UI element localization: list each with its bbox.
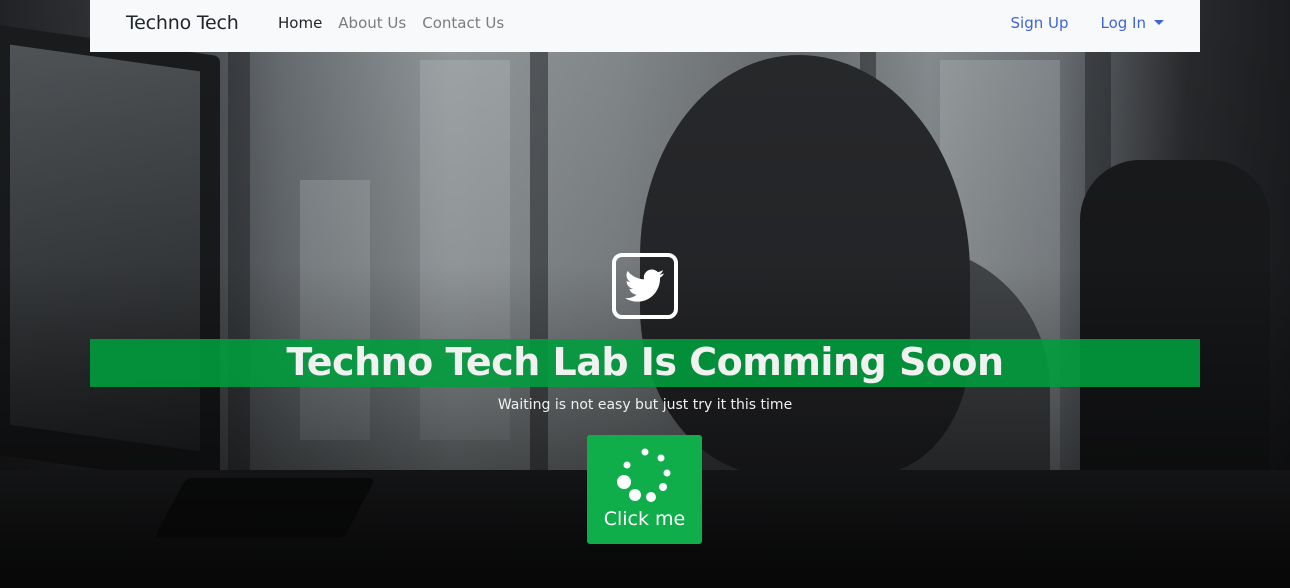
loading-spinner-icon bbox=[617, 448, 671, 502]
top-navbar: Techno Tech Home About Us Contact Us Sig… bbox=[90, 0, 1200, 52]
monitor-screen bbox=[10, 44, 200, 452]
nav-link-contact-us[interactable]: Contact Us bbox=[422, 14, 504, 32]
brand-logo-text[interactable]: Techno Tech bbox=[126, 12, 239, 34]
coming-soon-banner: Techno Tech Lab Is Comming Soon bbox=[90, 339, 1200, 387]
window-frame bbox=[228, 52, 250, 588]
log-in-label: Log In bbox=[1100, 14, 1147, 32]
window-frame bbox=[530, 52, 548, 588]
keyboard-silhouette bbox=[154, 478, 376, 538]
person-body-silhouette bbox=[690, 245, 1050, 588]
log-in-dropdown[interactable]: Log In bbox=[1100, 14, 1164, 32]
primary-nav: Home About Us Contact Us bbox=[278, 14, 504, 32]
sign-up-link[interactable]: Sign Up bbox=[1011, 14, 1069, 32]
twitter-icon[interactable] bbox=[612, 253, 678, 319]
page-title: Techno Tech Lab Is Comming Soon bbox=[286, 340, 1004, 384]
window-frame bbox=[1085, 52, 1111, 588]
hero-subtitle: Waiting is not easy but just try it this… bbox=[497, 397, 793, 413]
account-nav: Sign Up Log In bbox=[1011, 14, 1164, 32]
click-me-button[interactable]: Click me bbox=[587, 435, 702, 544]
nav-link-home[interactable]: Home bbox=[278, 14, 322, 32]
nav-link-about-us[interactable]: About Us bbox=[338, 14, 406, 32]
monitor-silhouette bbox=[0, 23, 220, 487]
click-me-label: Click me bbox=[603, 508, 686, 530]
background-building bbox=[940, 60, 1060, 480]
window-frame bbox=[860, 52, 876, 588]
caret-down-icon bbox=[1154, 20, 1164, 25]
twitter-bird-icon bbox=[625, 269, 665, 302]
